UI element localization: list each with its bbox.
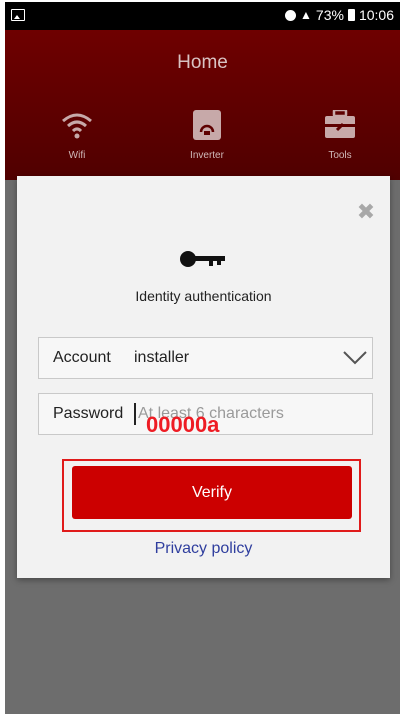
app-header: Home Wifi Inverter Tools xyxy=(5,30,400,180)
nav-item-tools[interactable]: Tools xyxy=(300,110,380,161)
account-value: installer xyxy=(134,349,190,366)
chevron-down-icon xyxy=(343,351,367,365)
status-indicators: ▲ 73% 10:06 xyxy=(285,7,394,23)
alarm-icon xyxy=(285,9,297,21)
status-bar: ▲ 73% 10:06 xyxy=(5,2,400,30)
wifi-icon xyxy=(62,113,92,139)
nav-label-inverter: Inverter xyxy=(190,150,224,161)
page-title: Home xyxy=(177,52,228,73)
clock: 10:06 xyxy=(358,7,394,23)
dialog-title: Identity authentication xyxy=(135,288,272,304)
key-icon xyxy=(180,251,225,267)
nav-bar: Wifi Inverter Tools xyxy=(5,110,400,170)
nav-label-wifi: Wifi xyxy=(68,150,86,161)
nav-item-inverter[interactable]: Inverter xyxy=(167,110,247,161)
password-field[interactable]: Password At least 6 characters 00000a xyxy=(38,393,373,437)
auth-dialog: ✖ Identity authentication Account instal… xyxy=(17,176,390,578)
account-select[interactable]: Account installer xyxy=(38,337,373,379)
battery-icon xyxy=(347,9,355,21)
password-label: Password xyxy=(53,405,124,422)
verify-button[interactable]: Verify xyxy=(72,466,352,519)
close-icon[interactable]: ✖ xyxy=(356,201,376,223)
toolbox-icon xyxy=(325,110,355,138)
text-cursor xyxy=(134,403,136,425)
nav-label-tools: Tools xyxy=(328,150,352,161)
image-notification-icon xyxy=(11,9,25,21)
inverter-icon xyxy=(193,110,221,140)
account-label: Account xyxy=(53,349,111,366)
typed-password-annotation: 00000a xyxy=(146,412,220,437)
nav-item-wifi[interactable]: Wifi xyxy=(37,110,117,161)
battery-percent: 73% xyxy=(315,7,344,23)
privacy-policy-link[interactable]: Privacy policy xyxy=(17,540,390,558)
signal-icon: ▲ xyxy=(300,8,312,22)
phone-screen: ▲ 73% 10:06 Home Wifi Inverter Tools ✖ I… xyxy=(5,2,400,714)
